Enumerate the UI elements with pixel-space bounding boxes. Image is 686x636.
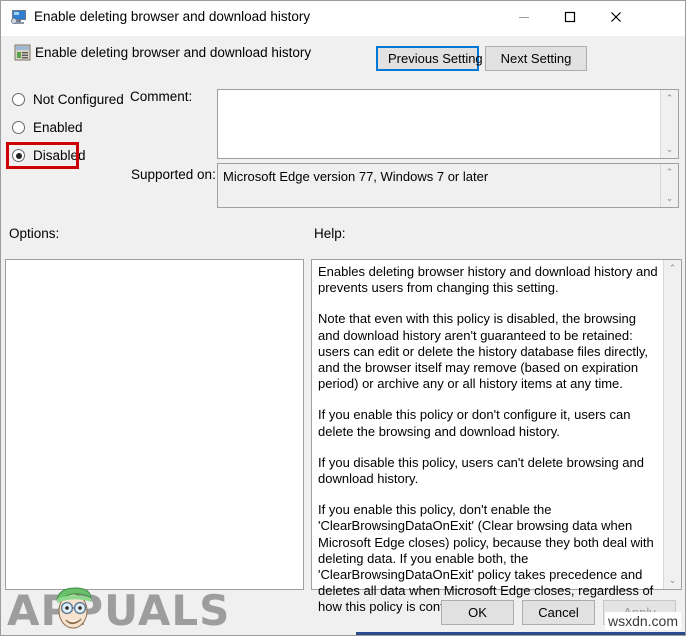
bottom-accent-bar [356, 632, 685, 635]
radio-label-disabled: Disabled [33, 148, 86, 163]
scroll-up-icon[interactable]: ⌃ [661, 90, 678, 107]
group-policy-setting-dialog: Enable deleting browser and download his… [0, 0, 686, 636]
scroll-down-icon[interactable]: ⌄ [664, 572, 681, 589]
comment-input[interactable]: ⌃ ⌄ [217, 89, 679, 159]
help-text: Enables deleting browser history and dow… [318, 264, 659, 616]
help-paragraph: Note that even with this policy is disab… [318, 311, 648, 392]
radio-circle-selected-icon [12, 149, 25, 162]
comment-label: Comment: [130, 89, 193, 104]
radio-not-configured[interactable]: Not Configured [12, 92, 124, 107]
window-title: Enable deleting browser and download his… [34, 9, 311, 24]
minimize-icon[interactable] [501, 1, 547, 33]
help-paragraph: If you disable this policy, users can't … [318, 454, 644, 487]
help-paragraph: If you enable this policy or don't confi… [318, 407, 631, 439]
supported-on-value: Microsoft Edge version 77, Windows 7 or … [223, 169, 489, 184]
supported-on-field: Microsoft Edge version 77, Windows 7 or … [217, 163, 679, 208]
cancel-button[interactable]: Cancel [522, 600, 595, 625]
previous-setting-button[interactable]: Previous Setting [376, 46, 483, 71]
appuals-watermark: APPUALS [7, 584, 231, 635]
scroll-down-icon[interactable]: ⌄ [661, 141, 678, 158]
help-panel: Enables deleting browser history and dow… [311, 259, 682, 614]
help-paragraph: If you enable this policy, don't enable … [318, 502, 654, 615]
computer-monitor-icon [10, 9, 28, 26]
scroll-down-icon[interactable]: ⌄ [661, 190, 678, 207]
comment-scrollbar[interactable]: ⌃ ⌄ [660, 90, 678, 158]
options-label: Options: [9, 226, 60, 241]
close-icon[interactable] [593, 1, 639, 33]
wsxdn-watermark: wsxdn.com [604, 612, 681, 630]
radio-label-enabled: Enabled [33, 120, 83, 135]
radio-disabled[interactable]: Disabled [12, 148, 86, 163]
radio-circle-icon [12, 93, 25, 106]
supported-on-scrollbar[interactable]: ⌃ ⌄ [660, 164, 678, 207]
help-scrollbar[interactable]: ⌃ ⌄ [663, 260, 681, 589]
next-setting-button[interactable]: Next Setting [485, 46, 587, 71]
supported-on-label: Supported on: [131, 167, 216, 182]
radio-circle-icon [12, 121, 25, 134]
scroll-up-icon[interactable]: ⌃ [664, 260, 681, 277]
help-paragraph: Enables deleting browser history and dow… [318, 264, 658, 296]
radio-label-not-configured: Not Configured [33, 92, 124, 107]
radio-enabled[interactable]: Enabled [12, 120, 83, 135]
maximize-icon[interactable] [547, 1, 593, 33]
setting-header: Enable deleting browser and download his… [1, 36, 685, 84]
appuals-watermark-text: APPUALS [7, 586, 231, 635]
title-bar: Enable deleting browser and download his… [1, 1, 685, 36]
scroll-up-icon[interactable]: ⌃ [661, 164, 678, 181]
policy-title: Enable deleting browser and download his… [35, 45, 312, 60]
options-panel[interactable] [5, 259, 304, 590]
help-label: Help: [314, 226, 346, 241]
policy-document-icon [14, 44, 31, 61]
ok-button[interactable]: OK [441, 600, 514, 625]
